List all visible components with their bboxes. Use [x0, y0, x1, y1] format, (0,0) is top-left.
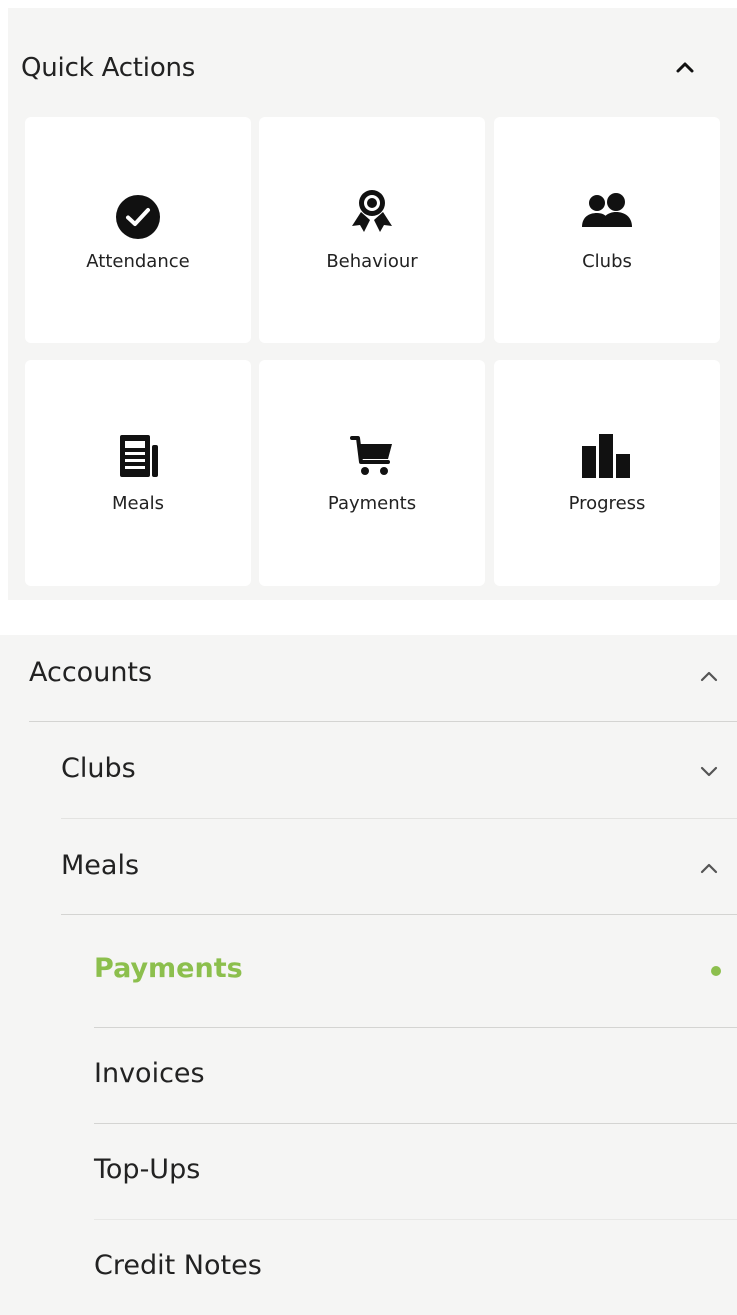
- submenu-item-label: Top-Ups: [94, 1154, 201, 1185]
- chevron-up-icon: [700, 671, 718, 682]
- quick-action-attendance[interactable]: Attendance: [25, 117, 251, 343]
- submenu-item-credit-notes[interactable]: Credit Notes: [94, 1220, 737, 1315]
- menu-item-label: Accounts: [29, 657, 153, 688]
- submenu-item-label: Credit Notes: [94, 1250, 262, 1281]
- menu-item-accounts[interactable]: Accounts: [29, 635, 737, 721]
- quick-actions-panel: Quick Actions Attendance Behaviour Clubs: [8, 8, 737, 600]
- chevron-down-icon: [700, 766, 718, 777]
- menu-item-clubs[interactable]: Clubs: [61, 722, 737, 818]
- submenu-item-label: Payments: [94, 953, 243, 984]
- accounts-menu: Accounts Clubs Meals Payments Invoices T…: [0, 635, 737, 1315]
- menu-item-label: Clubs: [61, 753, 136, 784]
- chevron-up-icon[interactable]: [673, 55, 697, 79]
- bar-chart-icon: [582, 434, 630, 478]
- tile-label: Attendance: [86, 251, 190, 272]
- newspaper-icon: [120, 435, 158, 477]
- tile-label: Progress: [568, 493, 646, 514]
- menu-item-meals[interactable]: Meals: [61, 819, 737, 914]
- quick-action-meals[interactable]: Meals: [25, 360, 251, 586]
- submenu-item-invoices[interactable]: Invoices: [94, 1028, 737, 1123]
- submenu-item-label: Invoices: [94, 1058, 205, 1089]
- tile-label: Payments: [327, 493, 417, 514]
- quick-actions-title: Quick Actions: [21, 53, 196, 83]
- users-icon: [582, 193, 632, 227]
- check-circle-icon: [116, 195, 160, 239]
- quick-action-progress[interactable]: Progress: [494, 360, 720, 586]
- award-ribbon-icon: [352, 190, 392, 232]
- quick-action-payments[interactable]: Payments: [259, 360, 485, 586]
- tile-label: Behaviour: [326, 251, 418, 272]
- tile-label: Meals: [111, 493, 164, 514]
- quick-actions-header[interactable]: Quick Actions: [21, 52, 697, 96]
- quick-action-behaviour[interactable]: Behaviour: [259, 117, 485, 343]
- submenu-item-payments[interactable]: Payments: [94, 915, 737, 1027]
- submenu-item-top-ups[interactable]: Top-Ups: [94, 1124, 737, 1219]
- shopping-cart-icon: [350, 436, 392, 475]
- menu-item-label: Meals: [61, 850, 140, 881]
- tile-label: Clubs: [582, 251, 632, 272]
- chevron-up-icon: [700, 863, 718, 874]
- quick-action-clubs[interactable]: Clubs: [494, 117, 720, 343]
- active-indicator-dot: [711, 966, 721, 976]
